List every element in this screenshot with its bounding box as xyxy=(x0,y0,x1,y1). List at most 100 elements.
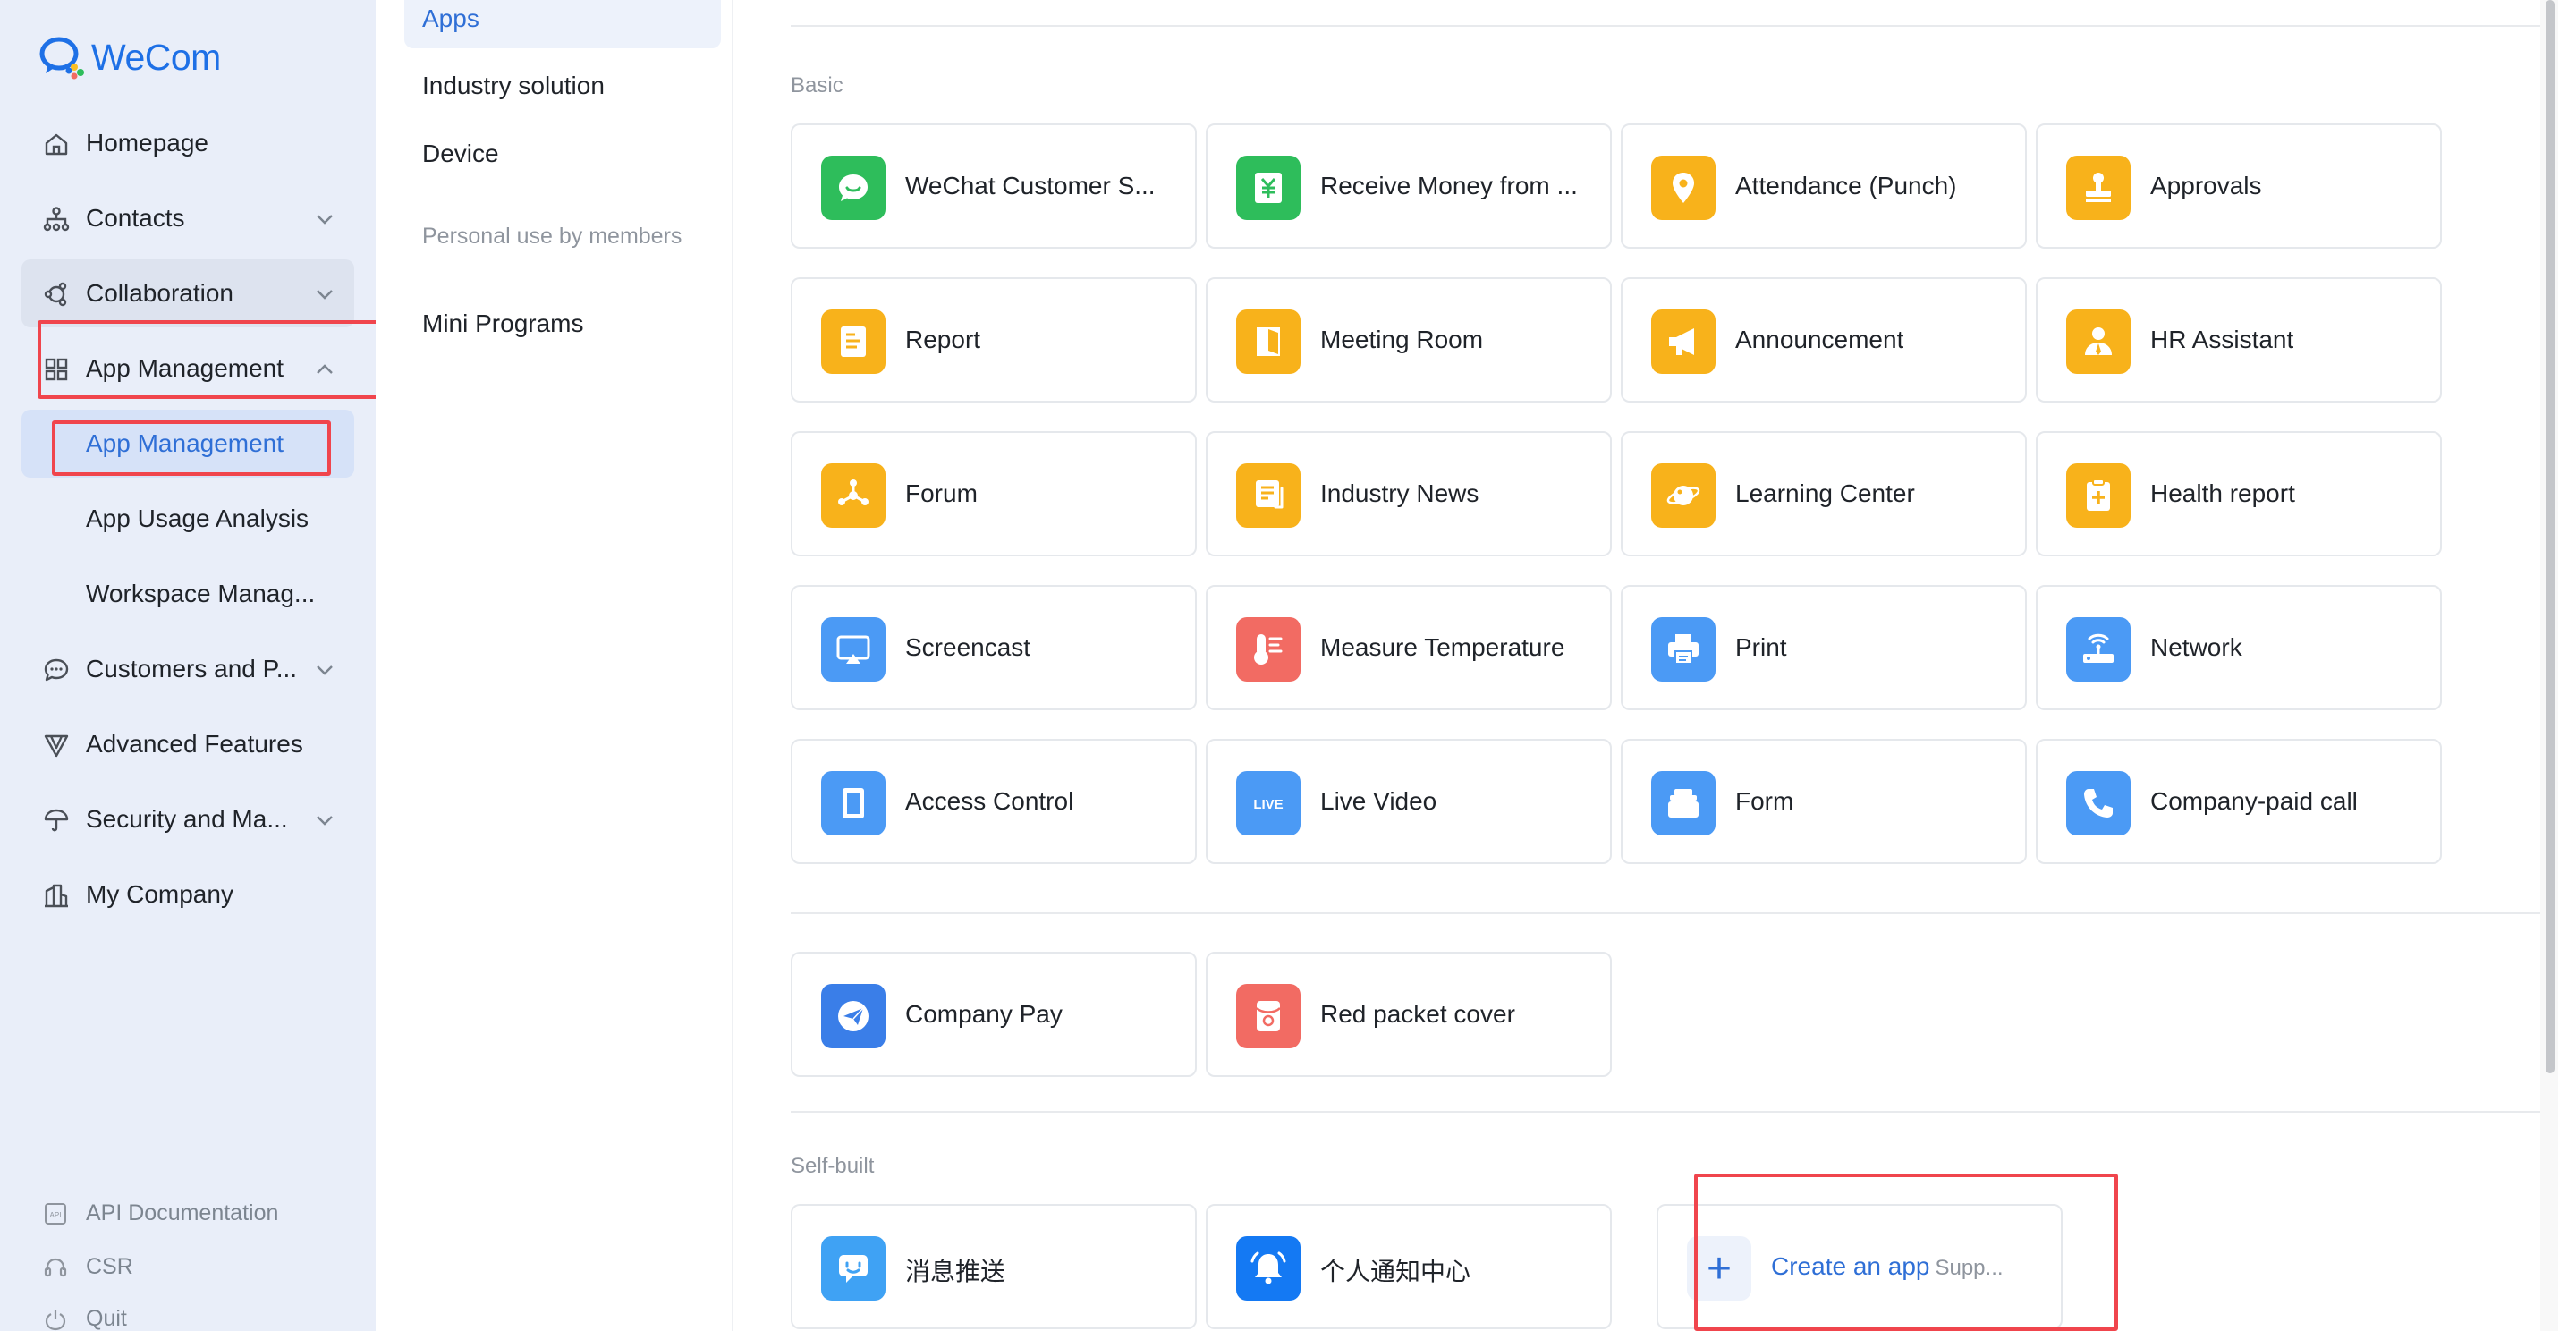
subnav-item-device[interactable]: Device xyxy=(422,140,499,168)
app-name: Measure Temperature xyxy=(1320,633,1565,661)
printer-icon xyxy=(1651,617,1716,682)
location-pin-icon xyxy=(1651,156,1716,220)
bell-icon xyxy=(1236,1236,1301,1301)
create-app-button[interactable]: + Create an app Supp... xyxy=(1657,1204,2063,1329)
red-packet-icon xyxy=(1236,984,1301,1048)
app-card-yen[interactable]: Receive Money from ... xyxy=(1206,123,1612,249)
app-card-red-packet[interactable]: Red packet cover xyxy=(1206,952,1612,1077)
app-card-printer[interactable]: Print xyxy=(1621,585,2027,710)
app-card-stamp[interactable]: Approvals xyxy=(2036,123,2442,249)
api-documentation-link[interactable]: API API Documentation xyxy=(43,1200,278,1226)
nav-sub-app-usage-analysis[interactable]: App Usage Analysis xyxy=(21,485,354,553)
app-card-person[interactable]: HR Assistant xyxy=(2036,277,2442,403)
nav-app-management[interactable]: App Management xyxy=(21,335,354,403)
app-card-thermometer[interactable]: Measure Temperature xyxy=(1206,585,1612,710)
router-icon xyxy=(2066,617,2131,682)
app-card-router[interactable]: Network xyxy=(2036,585,2442,710)
app-card-news[interactable]: Industry News xyxy=(1206,431,1612,556)
app-card-planet[interactable]: Learning Center xyxy=(1621,431,2027,556)
nav-contacts[interactable]: Contacts xyxy=(21,184,354,252)
app-card-door[interactable]: Meeting Room xyxy=(1206,277,1612,403)
nav-customers[interactable]: Customers and P... xyxy=(21,635,354,703)
divider xyxy=(791,1111,2553,1113)
app-name: Forum xyxy=(905,479,978,507)
scrollbar-thumb[interactable] xyxy=(2546,0,2555,1073)
app-card-phone[interactable]: Company-paid call xyxy=(2036,739,2442,864)
app-name: Company-paid call xyxy=(2150,787,2358,815)
headset-icon xyxy=(44,1258,67,1276)
app-name: Industry News xyxy=(1320,479,1479,507)
person-icon xyxy=(2066,309,2131,374)
app-name: 个人通知中心 xyxy=(1320,1258,1471,1285)
nav-advanced-features-label: Advanced Features xyxy=(86,730,303,758)
app-name: Receive Money from ... xyxy=(1320,172,1578,199)
app-name: Red packet cover xyxy=(1320,1000,1515,1028)
nav-app-management-label: App Management xyxy=(86,354,284,382)
funnel-icon xyxy=(44,734,69,758)
chevron-down-icon xyxy=(317,215,333,225)
app-card-form[interactable]: Form xyxy=(1621,739,2027,864)
subnav-group-label: Personal use by members xyxy=(422,224,682,249)
sidebar: WeCom Homepage Contacts Collaboration Ap… xyxy=(0,0,383,1331)
brand-name: WeCom xyxy=(91,36,221,78)
app-card-bell[interactable]: 个人通知中心 xyxy=(1206,1204,1612,1329)
power-icon xyxy=(45,1309,66,1330)
app-name: Health report xyxy=(2150,479,2295,507)
wecom-logo[interactable]: WeCom xyxy=(38,34,221,81)
secondary-nav: Apps Industry solution Device Personal u… xyxy=(376,0,733,1331)
nav-contacts-label: Contacts xyxy=(86,204,185,232)
access-door-icon xyxy=(821,771,886,835)
csr-link[interactable]: CSR xyxy=(43,1254,133,1280)
subnav-item-industry-solution[interactable]: Industry solution xyxy=(422,72,605,100)
nav-homepage[interactable]: Homepage xyxy=(21,109,354,177)
app-name: Company Pay xyxy=(905,1000,1063,1028)
collaboration-icon xyxy=(44,282,67,307)
megaphone-icon xyxy=(1651,309,1716,374)
nav-security-label: Security and Ma... xyxy=(86,805,288,833)
app-card-paper-plane[interactable]: Company Pay xyxy=(791,952,1197,1077)
nav-sub-app-management[interactable]: App Management xyxy=(21,410,354,478)
app-card-screencast[interactable]: Screencast xyxy=(791,585,1197,710)
app-card-message-push[interactable]: 消息推送 xyxy=(791,1204,1197,1329)
news-icon xyxy=(1236,463,1301,528)
app-name: WeChat Customer S... xyxy=(905,172,1156,199)
app-name: Live Video xyxy=(1320,787,1437,815)
app-card-report[interactable]: Report xyxy=(791,277,1197,403)
quit-link[interactable]: Quit xyxy=(43,1306,127,1331)
door-icon xyxy=(1236,309,1301,374)
nav-collaboration[interactable]: Collaboration xyxy=(21,259,354,327)
nav-sub-app-usage-label: App Usage Analysis xyxy=(86,504,309,532)
app-card-chat-service[interactable]: WeChat Customer S... xyxy=(791,123,1197,249)
paper-plane-icon xyxy=(821,984,886,1048)
app-card-megaphone[interactable]: Announcement xyxy=(1621,277,2027,403)
nav-advanced-features[interactable]: Advanced Features xyxy=(21,710,354,778)
app-card-forum[interactable]: Forum xyxy=(791,431,1197,556)
app-card-health-clipboard[interactable]: Health report xyxy=(2036,431,2442,556)
wecom-logo-icon xyxy=(38,34,88,81)
subnav-item-mini-programs[interactable]: Mini Programs xyxy=(422,309,583,338)
app-card-live[interactable]: LIVE Live Video xyxy=(1206,739,1612,864)
subnav-item-apps[interactable]: Apps xyxy=(404,0,721,48)
csr-label: CSR xyxy=(86,1254,133,1279)
health-clipboard-icon xyxy=(2066,463,2131,528)
building-icon xyxy=(45,884,68,908)
api-doc-icon: API xyxy=(45,1202,66,1225)
org-chart-icon xyxy=(43,207,70,232)
nav-my-company-label: My Company xyxy=(86,880,233,908)
phone-icon xyxy=(2066,771,2131,835)
nav-my-company[interactable]: My Company xyxy=(21,860,354,928)
screencast-icon xyxy=(821,617,886,682)
app-card-access-door[interactable]: Access Control xyxy=(791,739,1197,864)
report-icon xyxy=(821,309,886,374)
create-app-text: Create an app Supp... xyxy=(1771,1252,2004,1281)
app-name: HR Assistant xyxy=(2150,326,2294,353)
yen-icon xyxy=(1236,156,1301,220)
chevron-down-icon xyxy=(317,666,333,675)
planet-icon xyxy=(1651,463,1716,528)
nav-sub-workspace-management[interactable]: Workspace Manag... xyxy=(21,560,354,628)
scrollbar[interactable] xyxy=(2540,0,2558,1331)
divider xyxy=(791,912,2553,914)
app-card-location-pin[interactable]: Attendance (Punch) xyxy=(1621,123,2027,249)
live-icon: LIVE xyxy=(1236,771,1301,835)
nav-security[interactable]: Security and Ma... xyxy=(21,785,354,853)
